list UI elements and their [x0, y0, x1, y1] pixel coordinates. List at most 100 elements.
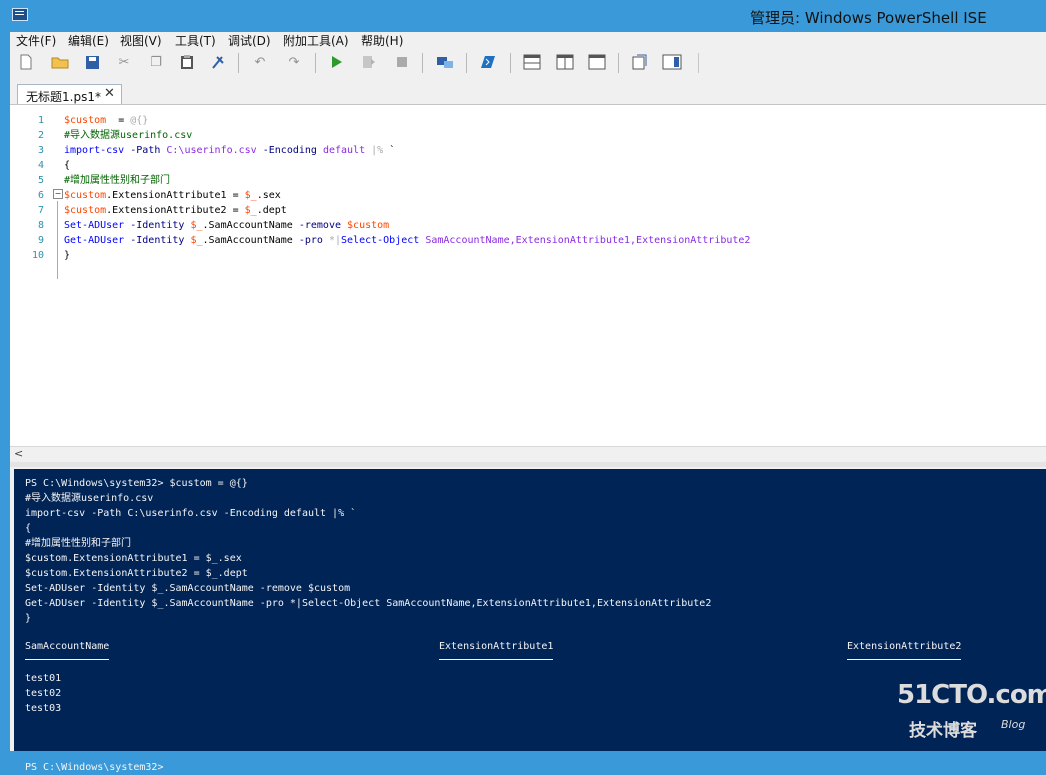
toolbar-separator: [315, 53, 316, 73]
paste-icon[interactable]: [177, 52, 197, 72]
code-line: }: [64, 248, 70, 263]
code-token: -Identity: [130, 220, 185, 231]
horizontal-scrollbar[interactable]: <: [10, 446, 1046, 463]
menu-view[interactable]: 视图(V): [120, 32, 162, 49]
code-token: SamAccountName,ExtensionAttribute1,Exten…: [425, 235, 751, 246]
menu-file[interactable]: 文件(F): [16, 32, 56, 49]
console-line: #增加属性性别和子部门: [25, 538, 132, 549]
column-header: ExtensionAttribute1: [439, 641, 554, 652]
code-token: -Encoding: [262, 145, 317, 156]
result-row: test02: [25, 688, 62, 699]
tab-untitled1[interactable]: 无标题1.ps1* ✕: [17, 84, 122, 105]
code-line: $custom = @{}: [64, 113, 148, 128]
code-token: #增加属性性别和子部门: [64, 175, 171, 186]
code-token: -pro: [298, 235, 323, 246]
code-token: -Identity: [130, 235, 185, 246]
line-number: 9: [37, 235, 44, 246]
stop-icon[interactable]: [392, 52, 412, 72]
code-token: #导入数据源userinfo.csv: [64, 130, 193, 141]
show-commands-icon[interactable]: [662, 52, 682, 72]
code-token: Set-ADUser: [64, 220, 125, 231]
code-token: $_: [244, 205, 257, 216]
console-line: $custom.ExtensionAttribute2 = $_.dept: [25, 568, 248, 579]
cut-icon[interactable]: ✂: [114, 52, 134, 72]
code-token: -Path: [130, 145, 161, 156]
code-token: Get-ADUser: [64, 235, 125, 246]
code-token: .ExtensionAttribute1 =: [106, 190, 245, 201]
code-token: $custom: [347, 220, 390, 231]
column-underline: [439, 659, 553, 660]
tab-strip: 无标题1.ps1* ✕: [10, 82, 1046, 105]
tab-label: 无标题1.ps1*: [26, 90, 101, 104]
column-underline: [25, 659, 109, 660]
code-token: .sex: [256, 190, 281, 201]
fold-guide-line: [57, 201, 58, 279]
powershell-icon[interactable]: [478, 52, 498, 72]
console-pane[interactable]: PS C:\Windows\system32> $custom = @{} #导入…: [14, 469, 1046, 773]
result-row: test03: [25, 703, 62, 714]
menu-debug[interactable]: 调试(D): [228, 32, 271, 49]
script-pane-max-icon[interactable]: [587, 52, 607, 72]
code-token: $custom: [64, 205, 107, 216]
redo-icon[interactable]: ↷: [284, 52, 304, 72]
watermark-site: 51CTO.com: [897, 680, 1046, 710]
toolbar-separator: [238, 53, 239, 73]
watermark-blog: Blog: [1001, 718, 1026, 731]
code-token: -remove: [298, 220, 341, 231]
console-line: import-csv -Path C:\userinfo.csv -Encodi…: [25, 508, 357, 519]
open-folder-icon[interactable]: [50, 52, 70, 72]
code-token: C:\userinfo.csv: [166, 145, 257, 156]
code-token: Select-Object: [341, 235, 420, 246]
code-token: $custom: [64, 190, 107, 201]
code-token: .SamAccountName: [202, 220, 299, 231]
close-icon[interactable]: ✕: [104, 86, 115, 101]
show-script-pane-icon[interactable]: [630, 52, 650, 72]
code-token: import-csv: [64, 145, 125, 156]
run-selection-icon[interactable]: [359, 52, 379, 72]
title-bar: 管理员: Windows PowerShell ISE: [0, 0, 1046, 32]
script-editor[interactable]: 1 $custom = @{} 2 #导入数据源userinfo.csv 3 import…: [10, 104, 1046, 447]
script-pane-top-icon[interactable]: [522, 52, 542, 72]
undo-icon[interactable]: ↶: [250, 52, 270, 72]
code-token: default: [322, 145, 366, 156]
clear-icon[interactable]: [208, 52, 228, 72]
copy-icon[interactable]: ❐: [146, 52, 166, 72]
pane-splitter[interactable]: [10, 462, 1046, 467]
save-icon[interactable]: [82, 52, 102, 72]
column-header: ExtensionAttribute2: [847, 641, 962, 652]
powershell-app-icon[interactable]: [12, 8, 28, 21]
code-token: $_: [244, 190, 257, 201]
run-icon[interactable]: [327, 52, 347, 72]
code-token: .dept: [256, 205, 287, 216]
code-line: #导入数据源userinfo.csv: [64, 128, 192, 143]
console-prompt[interactable]: PS C:\Windows\system32>: [25, 760, 163, 775]
code-token: |%: [371, 145, 384, 156]
code-token: }: [64, 250, 71, 261]
code-token: $custom: [64, 115, 107, 126]
toolbar-separator: [618, 53, 619, 73]
toolbar-grip[interactable]: [690, 53, 699, 73]
line-number: 6: [37, 190, 44, 201]
script-pane-right-icon[interactable]: [555, 52, 575, 72]
code-line: {: [64, 158, 70, 173]
menu-addons[interactable]: 附加工具(A): [283, 32, 349, 49]
column-underline: [847, 659, 961, 660]
menu-bar: 文件(F) 编辑(E) 视图(V) 工具(T) 调试(D) 附加工具(A) 帮助…: [10, 32, 1046, 48]
code-token: .SamAccountName: [202, 235, 299, 246]
line-number: 8: [37, 220, 44, 231]
code-line: #增加属性性别和子部门: [64, 173, 170, 188]
menu-tools[interactable]: 工具(T): [175, 32, 216, 49]
menu-edit[interactable]: 编辑(E): [68, 32, 109, 49]
code-token: .ExtensionAttribute2 =: [106, 205, 245, 216]
result-row: test01: [25, 673, 62, 684]
fold-toggle-icon[interactable]: −: [53, 189, 63, 199]
console-line: PS C:\Windows\system32> $custom = @{}: [25, 478, 248, 489]
line-number: 10: [31, 250, 44, 261]
scroll-left-icon[interactable]: <: [14, 447, 23, 460]
code-line: $custom.ExtensionAttribute1 = $_.sex: [64, 188, 281, 203]
new-file-icon[interactable]: [16, 52, 36, 72]
code-line: import-csv -Path C:\userinfo.csv -Encodi…: [64, 143, 395, 158]
remote-tab-icon[interactable]: [435, 52, 455, 72]
ise-window: 文件(F) 编辑(E) 视图(V) 工具(T) 调试(D) 附加工具(A) 帮助…: [10, 32, 1046, 773]
menu-help[interactable]: 帮助(H): [361, 32, 403, 49]
